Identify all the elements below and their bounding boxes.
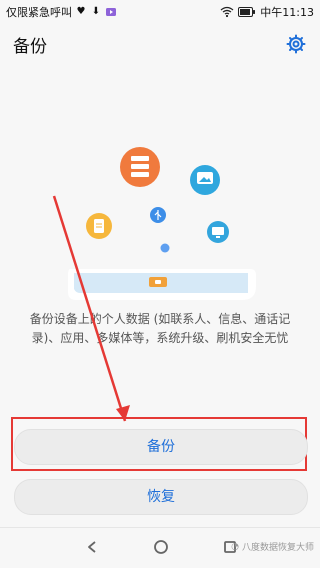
document-icon: [86, 213, 112, 239]
download-icon: ⬇: [91, 6, 101, 17]
navigation-bar: ◔ 八度数据恢复大师: [0, 527, 320, 568]
home-icon[interactable]: [153, 539, 169, 555]
wifi-icon: [220, 6, 234, 18]
clock: 中午11:13: [260, 6, 314, 19]
watermark-text: 八度数据恢复大师: [241, 543, 314, 553]
carrier-status: 仅限紧急呼叫: [6, 6, 72, 19]
back-icon[interactable]: [84, 539, 100, 555]
video-icon: [105, 6, 117, 18]
bluetooth-icon: [160, 243, 170, 253]
gear-icon[interactable]: [286, 34, 306, 54]
backup-button[interactable]: 备份: [14, 429, 308, 465]
status-left: 仅限紧急呼叫 ♥ ⬇: [6, 4, 117, 20]
page-title: 备份: [13, 37, 47, 57]
backup-description: 备份设备上的个人数据 (如联系人、信息、通话记录)、应用、多媒体等，系统升级、刷…: [29, 312, 291, 345]
usb-icon: [150, 207, 166, 223]
restore-button[interactable]: 恢复: [14, 479, 308, 515]
battery-icon: [238, 7, 256, 17]
app-bar: 备份: [0, 22, 320, 66]
watermark: ◔ 八度数据恢复大师: [231, 540, 314, 554]
watermark-icon: ◔: [231, 541, 239, 552]
backup-illustration: [0, 66, 320, 306]
photo-icon: [190, 165, 220, 195]
server-icon: [120, 147, 160, 187]
status-bar: 仅限紧急呼叫 ♥ ⬇ 中午11:13: [0, 0, 320, 22]
backup-screen: 仅限紧急呼叫 ♥ ⬇ 中午11:13 备份 备份设备上的个人数据 (如联系人、信…: [0, 0, 320, 568]
heart-rate-icon: ♥: [76, 6, 86, 17]
monitor-icon: [207, 221, 229, 243]
phone-illustration: [68, 269, 256, 300]
status-right: 中午11:13: [220, 4, 314, 20]
